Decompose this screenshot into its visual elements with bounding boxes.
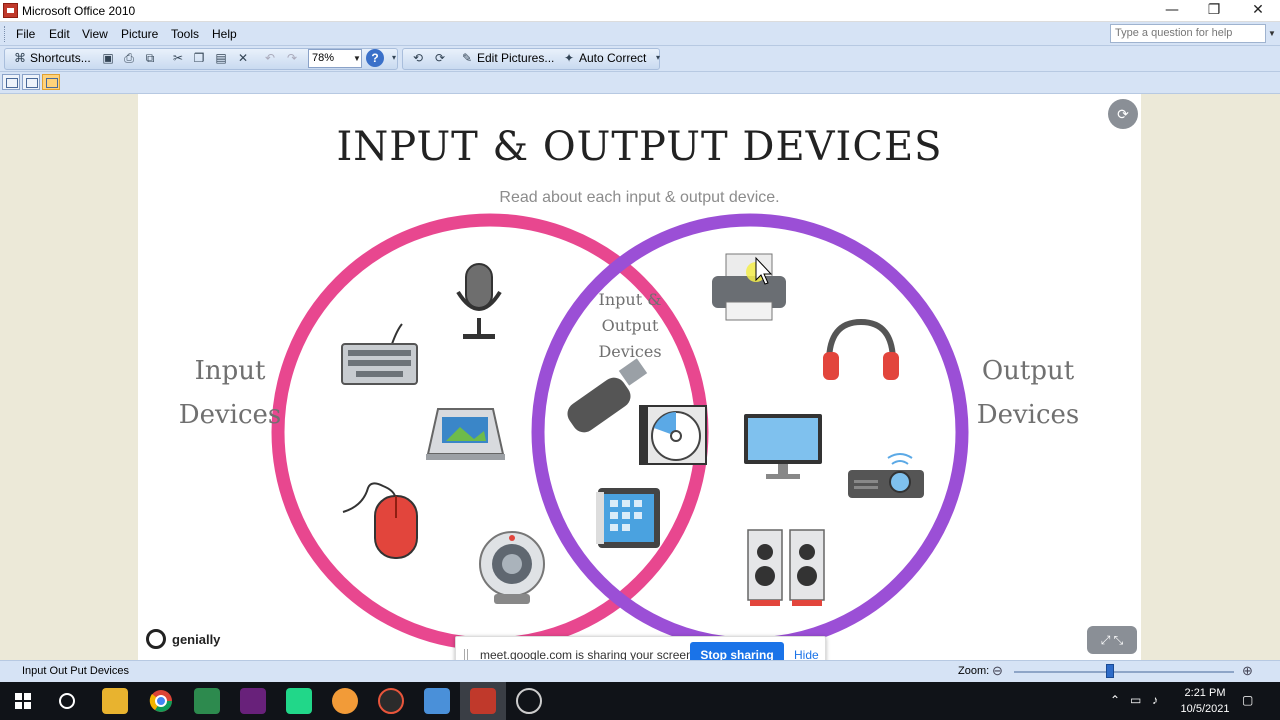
obs-icon[interactable] (516, 688, 542, 714)
help-icon[interactable]: ? (366, 49, 384, 67)
close-button[interactable]: ✕ (1236, 0, 1280, 22)
standard-toolbar: ⌘ Shortcuts... ▣ ⎙ ⧉ ✂ ❐ ▤ ✕ ↶ ↷ ▾ ⟲ ⟳ ✎… (0, 46, 1280, 72)
auto-correct-icon[interactable]: ✦ (561, 51, 577, 65)
print-icon[interactable]: ⎙ (121, 51, 137, 65)
shortcuts-button[interactable]: Shortcuts... (30, 51, 91, 65)
volume-icon[interactable]: ♪ (1152, 693, 1158, 707)
tray-chevron-icon[interactable]: ⌃ (1110, 693, 1120, 707)
view-toolbar (0, 72, 1280, 94)
menu-help[interactable]: Help (212, 27, 237, 41)
single-view-icon[interactable] (42, 74, 60, 90)
speakers-icon (747, 529, 825, 606)
title-bar: Microsoft Office 2010 — ❐ ✕ (0, 0, 1280, 22)
input-label-line1: Input (194, 356, 266, 386)
output-label-line2: Devices (976, 400, 1080, 430)
menu-picture[interactable]: Picture (121, 27, 158, 41)
app-orange-icon[interactable] (332, 688, 358, 714)
menu-edit[interactable]: Edit (49, 27, 70, 41)
delete-icon[interactable]: ✕ (235, 51, 251, 65)
menu-file[interactable]: File (16, 27, 35, 41)
usb-drive-icon (567, 358, 648, 433)
network-icon[interactable]: ▭ (1130, 693, 1141, 707)
window-title: Microsoft Office 2010 (22, 4, 136, 18)
office-picture-manager-icon[interactable] (470, 688, 496, 714)
help-dropdown-arrow-icon[interactable]: ▼ (1268, 29, 1276, 38)
keyboard-icon (341, 323, 418, 385)
app-ring-icon[interactable] (378, 688, 404, 714)
send-icon[interactable]: ⧉ (142, 51, 158, 65)
minimize-button[interactable]: — (1150, 0, 1194, 22)
menu-grip[interactable] (4, 26, 7, 42)
edit-pictures-icon[interactable]: ✎ (459, 51, 475, 65)
toolbar-more-icon[interactable]: ▾ (650, 51, 666, 65)
genially-brand: genially (172, 632, 221, 647)
genially-logo-icon (146, 629, 166, 649)
restore-button[interactable]: ❐ (1192, 0, 1236, 22)
edit-pictures-button[interactable]: Edit Pictures... (477, 51, 554, 65)
cut-icon[interactable]: ✂ (170, 51, 186, 65)
thumbnail-view-icon[interactable] (2, 74, 20, 90)
shortcuts-icon[interactable]: ⌘ (12, 51, 28, 65)
copy-icon[interactable]: ❐ (191, 51, 207, 65)
zoom-in-icon[interactable]: ⊕ (1242, 663, 1253, 679)
input-label-line2: Devices (178, 400, 282, 430)
input-devices-label: Input Devices (160, 349, 300, 437)
zoom-slider-track[interactable] (1014, 671, 1234, 673)
auto-correct-button[interactable]: Auto Correct (579, 51, 646, 65)
status-filename: Input Out Put Devices (22, 665, 129, 677)
office-app-icon (3, 3, 18, 18)
help-search-input[interactable]: Type a question for help (1110, 24, 1266, 43)
file-explorer-icon[interactable] (102, 688, 128, 714)
both-devices-label: Input & Output Devices (568, 287, 692, 365)
rotate-right-icon[interactable]: ⟳ (432, 51, 448, 65)
output-devices-label: Output Devices (958, 349, 1098, 437)
rotate-screen-icon[interactable]: ⟳ (1108, 99, 1138, 129)
zoom-out-icon[interactable]: ⊖ (992, 663, 1003, 679)
mouse-icon (342, 482, 418, 559)
output-label-line1: Output (981, 356, 1075, 386)
menu-view[interactable]: View (82, 27, 108, 41)
redo-icon[interactable]: ↷ (284, 51, 300, 65)
clock-time: 2:21 PM (1184, 687, 1226, 699)
menu-tools[interactable]: Tools (171, 27, 199, 41)
visual-studio-icon[interactable] (240, 688, 266, 714)
tablet-icon (596, 488, 660, 548)
monitor-icon (744, 414, 822, 479)
clock-date: 10/5/2021 (1180, 703, 1230, 715)
notifications-icon[interactable]: ▢ (1242, 693, 1253, 707)
webcam-icon (479, 531, 545, 604)
both-label-line1: Input & (598, 290, 662, 309)
rotate-left-icon[interactable]: ⟲ (410, 51, 426, 65)
status-bar: Input Out Put Devices Zoom: ⊖ ⊕ (0, 660, 1280, 682)
both-label-line2: Output Devices (598, 316, 662, 361)
system-clock[interactable]: 2:21 PM 10/5/2021 (1175, 685, 1235, 717)
microphone-icon (456, 263, 502, 339)
filmstrip-view-icon[interactable] (22, 74, 40, 90)
headphones-icon (823, 318, 899, 380)
scanner-icon (426, 408, 505, 460)
pycharm-icon[interactable] (286, 688, 312, 714)
toolbar-options-icon[interactable]: ▾ (386, 51, 402, 65)
search-icon[interactable] (54, 688, 80, 714)
zoom-label: Zoom: (958, 665, 990, 677)
paste-icon[interactable]: ▤ (213, 51, 229, 65)
projector-icon (848, 453, 924, 498)
zoom-slider-thumb[interactable] (1106, 664, 1114, 678)
menu-bar: File Edit View Picture Tools Help (0, 22, 1280, 46)
printer-icon (712, 253, 786, 321)
save-icon[interactable]: ▣ (100, 51, 116, 65)
windows-taskbar: ⌃ ▭ ♪ 2:21 PM 10/5/2021 ▢ (0, 682, 1280, 720)
picture-canvas: INPUT & OUTPUT DEVICES Read about each i… (138, 94, 1141, 660)
chrome-icon[interactable] (148, 688, 174, 714)
undo-icon[interactable]: ↶ (262, 51, 278, 65)
windows-start-icon[interactable] (10, 688, 36, 714)
share-fullscreen-button[interactable]: ⤢ ⤡ (1087, 626, 1137, 654)
cd-icon (639, 405, 707, 465)
app-blue-icon[interactable] (424, 688, 450, 714)
zoom-dropdown-arrow-icon[interactable]: ▼ (353, 50, 361, 67)
notepad-plus-icon[interactable] (194, 688, 220, 714)
